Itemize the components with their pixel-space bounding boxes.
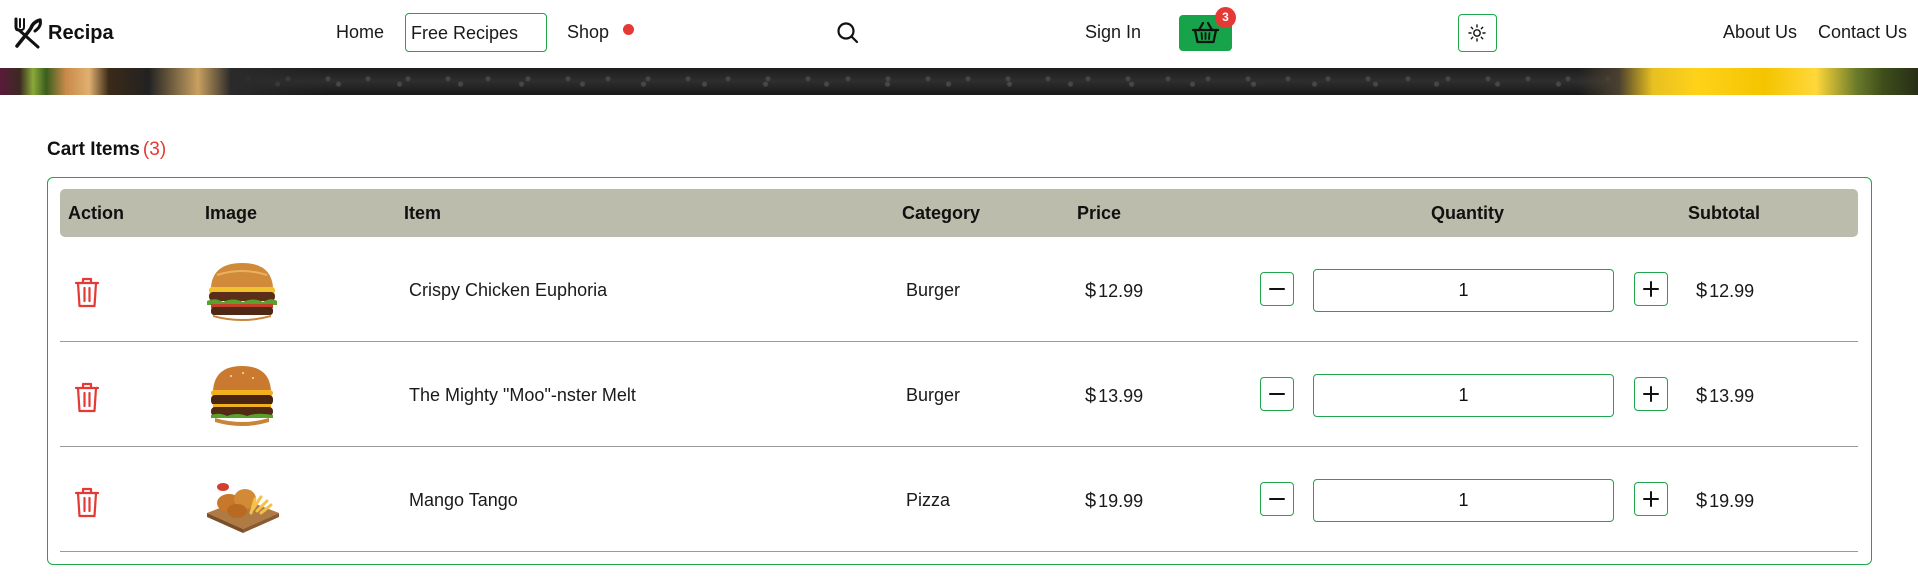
table-row: Mango Tango Pizza $19.99 $19.99 — [60, 447, 1858, 552]
increase-quantity-button[interactable] — [1634, 272, 1668, 306]
item-name: Crispy Chicken Euphoria — [409, 280, 608, 300]
item-subtotal: $19.99 — [1696, 490, 1754, 513]
header-quantity: Quantity — [1431, 203, 1505, 223]
item-price: $13.99 — [1085, 385, 1143, 408]
contact-us-link[interactable]: Contact Us — [1818, 22, 1907, 43]
decrease-quantity-button[interactable] — [1260, 482, 1294, 516]
search-icon[interactable] — [835, 20, 861, 46]
brand-logo[interactable]: Recipa — [11, 16, 114, 50]
about-us-link[interactable]: About Us — [1723, 22, 1797, 43]
header-action: Action — [68, 203, 124, 223]
header-item: Item — [404, 203, 442, 223]
cart-count-badge: 3 — [1215, 7, 1236, 28]
table-row: The Mighty "Moo"-nster Melt Burger $13.9… — [60, 342, 1858, 447]
fried-chicken-image — [207, 483, 279, 533]
item-category: Pizza — [906, 490, 951, 510]
header-image: Image — [205, 203, 258, 223]
item-name: The Mighty "Moo"-nster Melt — [409, 385, 636, 405]
subtotal-value: 19.99 — [1709, 491, 1755, 511]
minus-icon — [1269, 288, 1285, 290]
brand-name: Recipa — [48, 21, 114, 44]
table-row: Crispy Chicken Euphoria Burger $12.99 $1… — [60, 237, 1858, 342]
quantity-input[interactable] — [1313, 374, 1614, 417]
theme-toggle-button[interactable] — [1458, 14, 1497, 52]
subtotal-value: 12.99 — [1709, 281, 1755, 301]
quantity-input[interactable] — [1313, 269, 1614, 312]
currency-symbol: $ — [1085, 385, 1097, 407]
item-price: $19.99 — [1085, 490, 1143, 513]
cart-title: Cart Items (3) — [47, 139, 166, 161]
header-price: Price — [1077, 203, 1122, 223]
shop-notification-dot — [623, 24, 634, 35]
cart-table: Action Image Item Category Price Quantit… — [47, 177, 1872, 565]
price-value: 19.99 — [1098, 491, 1144, 511]
navbar: Recipa Home Free Recipes Shop Sign In 3 … — [0, 0, 1918, 68]
item-name: Mango Tango — [409, 490, 518, 510]
header-subtotal: Subtotal — [1688, 203, 1760, 223]
plus-icon — [1643, 491, 1659, 507]
minus-icon — [1269, 498, 1285, 500]
price-value: 12.99 — [1098, 281, 1144, 301]
item-category: Burger — [906, 280, 961, 300]
sign-in-link[interactable]: Sign In — [1085, 22, 1141, 43]
sun-icon — [1468, 24, 1486, 42]
banner-food-left — [0, 68, 330, 95]
currency-symbol: $ — [1085, 280, 1097, 302]
quantity-input[interactable] — [1313, 479, 1614, 522]
nav-home-link[interactable]: Home — [336, 22, 384, 43]
currency-symbol: $ — [1696, 385, 1708, 407]
increase-quantity-button[interactable] — [1634, 377, 1668, 411]
minus-icon — [1269, 393, 1285, 395]
currency-symbol: $ — [1696, 490, 1708, 512]
subtotal-value: 13.99 — [1709, 386, 1755, 406]
item-category: Burger — [906, 385, 961, 405]
nav-shop-link[interactable]: Shop — [567, 22, 609, 43]
trash-icon[interactable] — [74, 276, 100, 308]
utensils-crossed-icon — [14, 17, 42, 49]
header-category: Category — [902, 203, 981, 223]
trash-icon[interactable] — [74, 381, 100, 413]
burger-image — [211, 366, 273, 426]
increase-quantity-button[interactable] — [1634, 482, 1668, 516]
item-subtotal: $12.99 — [1696, 280, 1754, 303]
burger-image — [207, 263, 277, 321]
cart-items-count: (3) — [142, 139, 167, 160]
currency-symbol: $ — [1696, 280, 1708, 302]
item-subtotal: $13.99 — [1696, 385, 1754, 408]
decrease-quantity-button[interactable] — [1260, 377, 1294, 411]
plus-icon — [1643, 386, 1659, 402]
table-header: Action Image Item Category Price Quantit… — [60, 189, 1858, 237]
price-value: 13.99 — [1098, 386, 1144, 406]
currency-symbol: $ — [1085, 490, 1097, 512]
decrease-quantity-button[interactable] — [1260, 272, 1294, 306]
basket-icon — [1192, 22, 1219, 44]
banner-food-right — [1578, 68, 1918, 95]
cart-title-text: Cart Items — [47, 139, 140, 160]
hero-banner-image — [0, 68, 1918, 95]
item-price: $12.99 — [1085, 280, 1143, 303]
plus-icon — [1643, 281, 1659, 297]
trash-icon[interactable] — [74, 486, 100, 518]
nav-free-recipes-link[interactable]: Free Recipes — [405, 13, 547, 52]
